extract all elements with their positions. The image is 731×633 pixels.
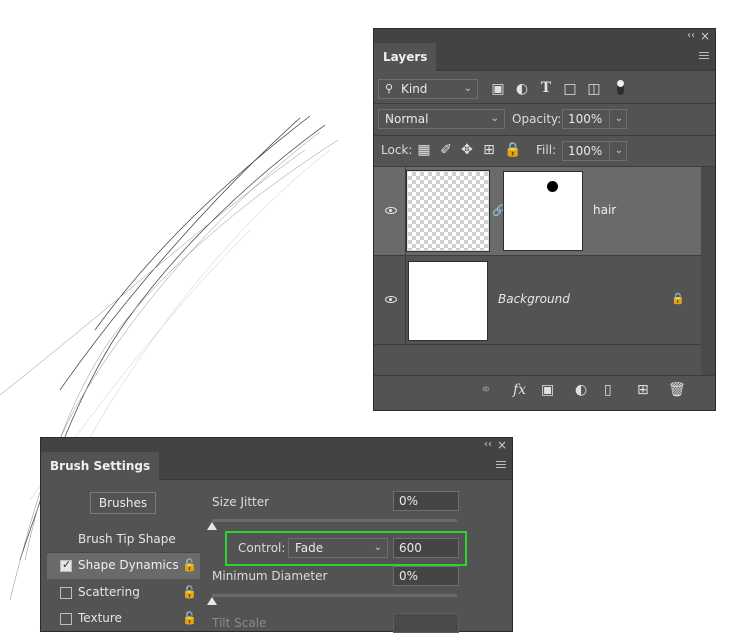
chevron-down-icon: ⌄: [373, 542, 382, 553]
brushes-button[interactable]: Brushes: [90, 492, 156, 514]
fill-label: Fill:: [536, 143, 557, 157]
lock-icon: 🔒: [671, 292, 685, 305]
size-jitter-input[interactable]: 0%: [393, 491, 459, 511]
layers-panel-titlebar: ‹‹ ×: [374, 29, 715, 43]
lock-icon[interactable]: 🔓: [182, 611, 197, 625]
folder-icon[interactable]: ▯: [604, 382, 612, 398]
chevron-down-icon: ⌄: [463, 83, 472, 94]
type-filter-icon[interactable]: T: [538, 80, 554, 96]
minimum-diameter-label: Minimum Diameter: [212, 569, 328, 583]
lock-artboard-icon[interactable]: ⊞: [481, 142, 497, 158]
list-item-brush-tip-shape[interactable]: Brush Tip Shape: [47, 528, 200, 553]
tilt-scale-input: [393, 613, 459, 633]
layers-bottom-bar: ⚭ fx ▣ ◐ ▯ ⊞ 🗑: [374, 375, 715, 406]
adjustment-filter-icon[interactable]: ◐: [514, 81, 530, 97]
control-dropdown[interactable]: Fade ⌄: [288, 538, 388, 558]
collapse-panel-button[interactable]: ‹‹: [687, 29, 695, 43]
layer-row-hair[interactable]: 🔗 hair: [374, 167, 701, 256]
layer-mask-thumbnail[interactable]: [503, 171, 583, 251]
lock-image-pixels-brush-icon[interactable]: ✐: [438, 142, 454, 158]
list-item-shape-dynamics[interactable]: Shape Dynamics 🔓: [47, 553, 200, 579]
layers-scrollbar[interactable]: [701, 167, 715, 375]
shape-dynamics-checkbox[interactable]: [60, 558, 72, 572]
lock-icon[interactable]: 🔓: [182, 558, 197, 572]
control-value: Fade: [295, 541, 324, 555]
shape-filter-icon[interactable]: □: [562, 81, 578, 97]
layer-thumbnail: [408, 261, 488, 341]
link-layers-icon[interactable]: ⚭: [480, 382, 492, 398]
size-jitter-slider-track[interactable]: [212, 519, 457, 522]
chevron-down-icon: ⌄: [490, 113, 499, 124]
layer-name[interactable]: hair: [593, 203, 616, 217]
layers-tabbar: Layers: [374, 43, 715, 71]
filter-kind-value: Kind: [401, 82, 428, 96]
visibility-eye-icon[interactable]: [385, 296, 397, 303]
fill-slider-toggle[interactable]: ⌄: [609, 141, 627, 161]
layers-list: 🔗 hair Background 🔒: [374, 167, 715, 375]
filter-toggle-icon[interactable]: [617, 80, 624, 95]
tab-layers[interactable]: Layers: [374, 43, 437, 71]
opacity-label: Opacity:: [512, 112, 562, 126]
filter-kind-dropdown[interactable]: ⚲ Kind ⌄: [378, 79, 478, 99]
minimum-diameter-slider-track[interactable]: [212, 594, 457, 597]
lock-transparent-pixels-icon[interactable]: ▦: [416, 142, 432, 158]
opacity-slider-toggle[interactable]: ⌄: [609, 109, 627, 129]
minimum-diameter-input[interactable]: 0%: [393, 566, 459, 586]
panel-menu-icon[interactable]: [496, 461, 506, 470]
new-layer-icon[interactable]: ⊞: [637, 382, 649, 398]
visibility-eye-icon[interactable]: [385, 207, 397, 214]
blend-row: Normal ⌄ Opacity: 100% ⌄: [374, 104, 715, 134]
scattering-checkbox[interactable]: [60, 587, 72, 599]
search-icon: ⚲: [385, 82, 394, 95]
lock-icon[interactable]: 🔓: [182, 585, 197, 599]
fx-icon[interactable]: fx: [513, 382, 526, 398]
fade-steps-input[interactable]: 600: [393, 538, 459, 558]
panel-menu-icon[interactable]: [699, 52, 709, 61]
lock-position-move-icon[interactable]: ✥: [459, 142, 475, 158]
pixel-filter-icon[interactable]: ▣: [490, 81, 506, 97]
layers-panel: ‹‹ × Layers ⚲ Kind ⌄ ▣ ◐ T □ ◫ Normal ⌄ …: [373, 28, 716, 411]
tilt-scale-label: Tilt Scale: [212, 616, 267, 630]
chevron-down-icon: ⌄: [614, 113, 623, 124]
texture-checkbox[interactable]: [60, 613, 72, 625]
tab-brush-settings[interactable]: Brush Settings: [41, 452, 160, 480]
filter-row: ⚲ Kind ⌄ ▣ ◐ T □ ◫: [374, 71, 715, 101]
close-panel-button[interactable]: ×: [497, 438, 507, 452]
size-jitter-label: Size Jitter: [212, 495, 270, 509]
fill-input[interactable]: 100%: [562, 141, 610, 161]
collapse-panel-button[interactable]: ‹‹: [484, 438, 492, 452]
brush-settings-panel: ‹‹ × Brush Settings Brushes Brush Tip Sh…: [40, 437, 513, 633]
list-item-texture[interactable]: Texture 🔓: [47, 606, 200, 632]
close-panel-button[interactable]: ×: [700, 29, 710, 43]
add-mask-icon[interactable]: ▣: [541, 382, 554, 398]
blend-mode-value: Normal: [385, 112, 429, 126]
list-item-scattering[interactable]: Scattering 🔓: [47, 580, 200, 606]
brush-dot: [547, 181, 558, 192]
layer-name[interactable]: Background: [498, 292, 570, 306]
brush-tabbar: Brush Settings: [41, 452, 512, 480]
lock-label: Lock:: [381, 143, 413, 157]
control-label: Control:: [238, 541, 286, 555]
blend-mode-dropdown[interactable]: Normal ⌄: [378, 109, 505, 129]
lock-all-icon[interactable]: 🔒: [504, 142, 521, 158]
smart-object-filter-icon[interactable]: ◫: [586, 81, 602, 97]
adjustment-layer-icon[interactable]: ◐: [575, 382, 587, 398]
layer-thumbnail: [406, 170, 490, 252]
brush-panel-titlebar: ‹‹ ×: [41, 438, 512, 452]
opacity-input[interactable]: 100%: [562, 109, 610, 129]
trash-icon[interactable]: 🗑: [668, 382, 686, 398]
minimum-diameter-slider-thumb[interactable]: [207, 597, 217, 605]
lock-row: Lock: ▦ ✐ ✥ ⊞ 🔒 Fill: 100% ⌄: [374, 136, 715, 166]
layer-row-background[interactable]: Background 🔒: [374, 256, 701, 345]
chevron-down-icon: ⌄: [614, 145, 623, 156]
size-jitter-slider-thumb[interactable]: [207, 522, 217, 530]
